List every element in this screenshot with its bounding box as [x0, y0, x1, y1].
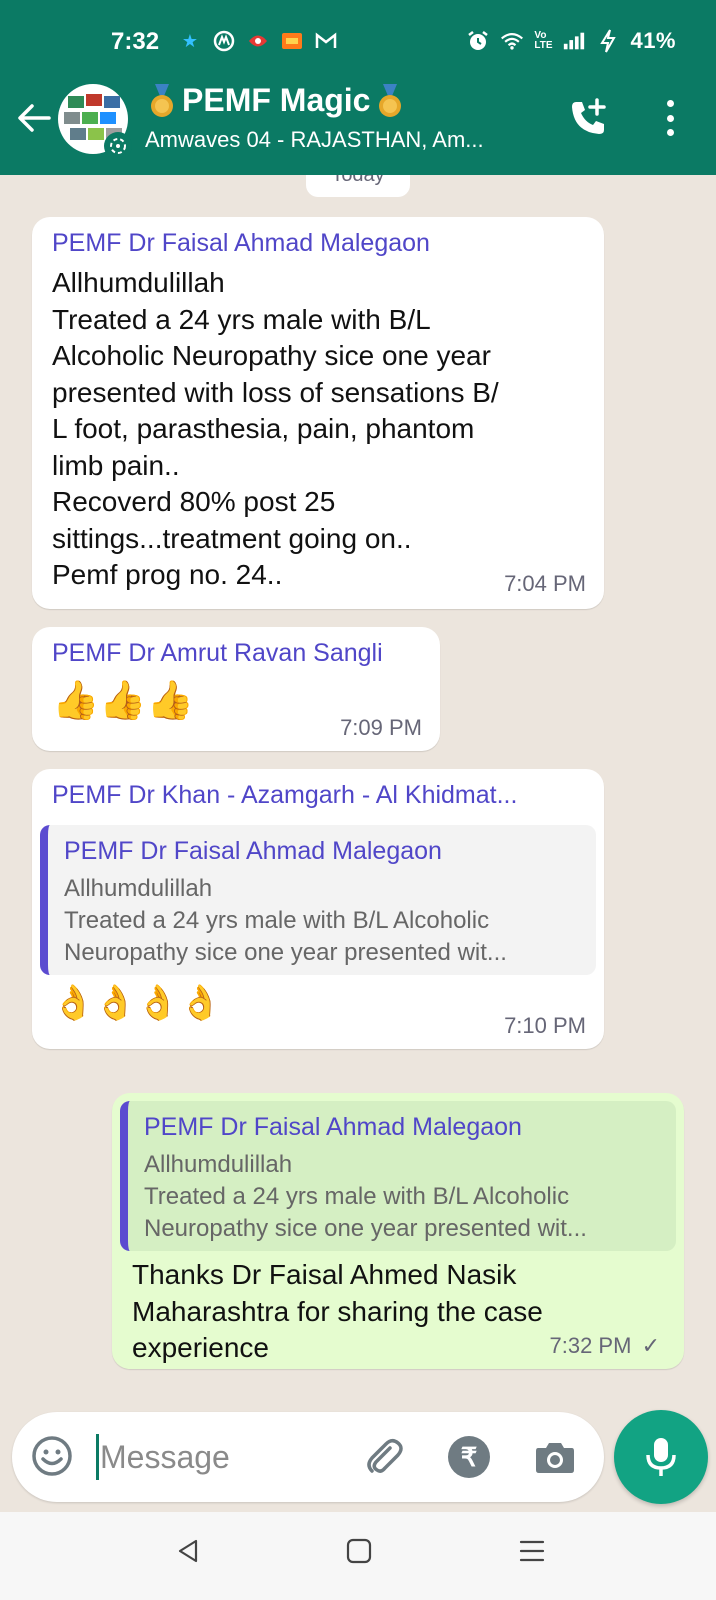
back-arrow-icon[interactable]: [14, 98, 54, 138]
battery-percent: 41%: [630, 28, 676, 53]
camera-icon[interactable]: [532, 1434, 578, 1480]
message-bubble[interactable]: PEMF Dr Faisal Ahmad Malegaon Allhumduli…: [32, 217, 604, 609]
message-text: Thanks Dr Faisal Ahmed Nasik Maharashtra…: [132, 1259, 543, 1363]
emoji-icon[interactable]: [30, 1434, 74, 1478]
emoji-message: 👍👍👍: [52, 680, 194, 722]
chat-participants[interactable]: Amwaves 04 - RAJASTHAN, Am...: [145, 127, 535, 153]
sender-name[interactable]: PEMF Dr Amrut Ravan Sangli: [52, 639, 383, 668]
quoted-text: Neuropathy sice one year presented wit..…: [64, 939, 507, 966]
quoted-text: Treated a 24 yrs male with B/L Alcoholic: [144, 1183, 570, 1210]
mic-button[interactable]: [614, 1410, 708, 1504]
attach-icon[interactable]: [360, 1434, 406, 1480]
quoted-sender: PEMF Dr Faisal Ahmad Malegaon: [64, 837, 442, 865]
notification-icons: ★: [178, 26, 338, 56]
status-bar: 7:32 ★ Vo LTE 41%: [0, 0, 716, 80]
overflow-menu-icon[interactable]: [655, 96, 685, 140]
message-time: 7:32 PM ✓: [549, 1333, 661, 1358]
volte-icon: Vo LTE: [534, 30, 553, 51]
quoted-text: Allhumdulillah: [144, 1151, 293, 1178]
message-time: 7:09 PM: [340, 715, 422, 740]
message-input[interactable]: [100, 1434, 340, 1480]
signal-icon: [562, 29, 586, 53]
message-text: Allhumdulillah Treated a 24 yrs male wit…: [52, 267, 499, 590]
sender-name[interactable]: PEMF Dr Faisal Ahmad Malegaon: [52, 229, 430, 258]
chat-title[interactable]: PEMF Magic: [148, 82, 404, 119]
system-navigation-bar: [0, 1512, 716, 1600]
star-notification-icon: ★: [181, 31, 199, 51]
system-status-icons: Vo LTE 41%: [466, 26, 676, 56]
medal-icon: [148, 83, 176, 118]
message-composer: ₹: [12, 1412, 604, 1502]
alarm-icon: [466, 29, 490, 53]
rupee-icon[interactable]: ₹: [448, 1436, 490, 1478]
app-notification-icon-2: [246, 29, 270, 53]
app-notification-icon-3: [280, 29, 304, 53]
nav-home-icon[interactable]: [346, 1538, 372, 1564]
quoted-text: Treated a 24 yrs male with B/L Alcoholic: [64, 907, 490, 934]
chat-title-text: PEMF Magic: [182, 82, 371, 118]
quoted-text: Neuropathy sice one year presented wit..…: [144, 1215, 587, 1242]
charging-icon: [596, 29, 620, 53]
text-cursor: [96, 1434, 99, 1480]
message-time: 7:04 PM: [504, 571, 586, 596]
gmail-icon: [314, 29, 338, 53]
medal-icon: [376, 83, 404, 118]
wifi-icon: [500, 29, 524, 53]
date-chip: Today: [306, 175, 410, 197]
quoted-message[interactable]: PEMF Dr Faisal Ahmad Malegaon Allhumduli…: [120, 1101, 676, 1251]
read-tick-icon: ✓: [641, 1333, 660, 1358]
message-time: 7:10 PM: [504, 1013, 586, 1038]
quoted-text: Allhumdulillah: [64, 875, 213, 902]
add-call-icon[interactable]: [566, 96, 610, 140]
sender-name[interactable]: PEMF Dr Khan - Azamgarh - Al Khidmat...: [52, 781, 517, 810]
quoted-message[interactable]: PEMF Dr Faisal Ahmad Malegaon Allhumduli…: [40, 825, 596, 975]
quoted-sender: PEMF Dr Faisal Ahmad Malegaon: [144, 1113, 522, 1141]
app-notification-icon: [212, 29, 236, 53]
emoji-message: 👌👌👌👌: [52, 984, 222, 1022]
mic-icon: [646, 1438, 676, 1476]
nav-recents-icon[interactable]: [517, 1536, 547, 1566]
outgoing-message-bubble[interactable]: PEMF Dr Faisal Ahmad Malegaon Allhumduli…: [112, 1093, 684, 1369]
community-badge-icon: [104, 132, 132, 160]
nav-back-icon[interactable]: [174, 1536, 204, 1566]
app-bar: PEMF Magic Amwaves 04 - RAJASTHAN, Am...: [0, 78, 716, 175]
message-list[interactable]: Today PEMF Dr Faisal Ahmad Malegaon Allh…: [0, 175, 716, 1510]
message-bubble[interactable]: PEMF Dr Amrut Ravan Sangli 👍👍👍 7:09 PM: [32, 627, 440, 751]
chat-header: 7:32 ★ Vo LTE 41% PEMF Magic Amwaves 04 …: [0, 0, 716, 175]
message-bubble[interactable]: PEMF Dr Khan - Azamgarh - Al Khidmat... …: [32, 769, 604, 1049]
status-time: 7:32: [111, 28, 160, 55]
